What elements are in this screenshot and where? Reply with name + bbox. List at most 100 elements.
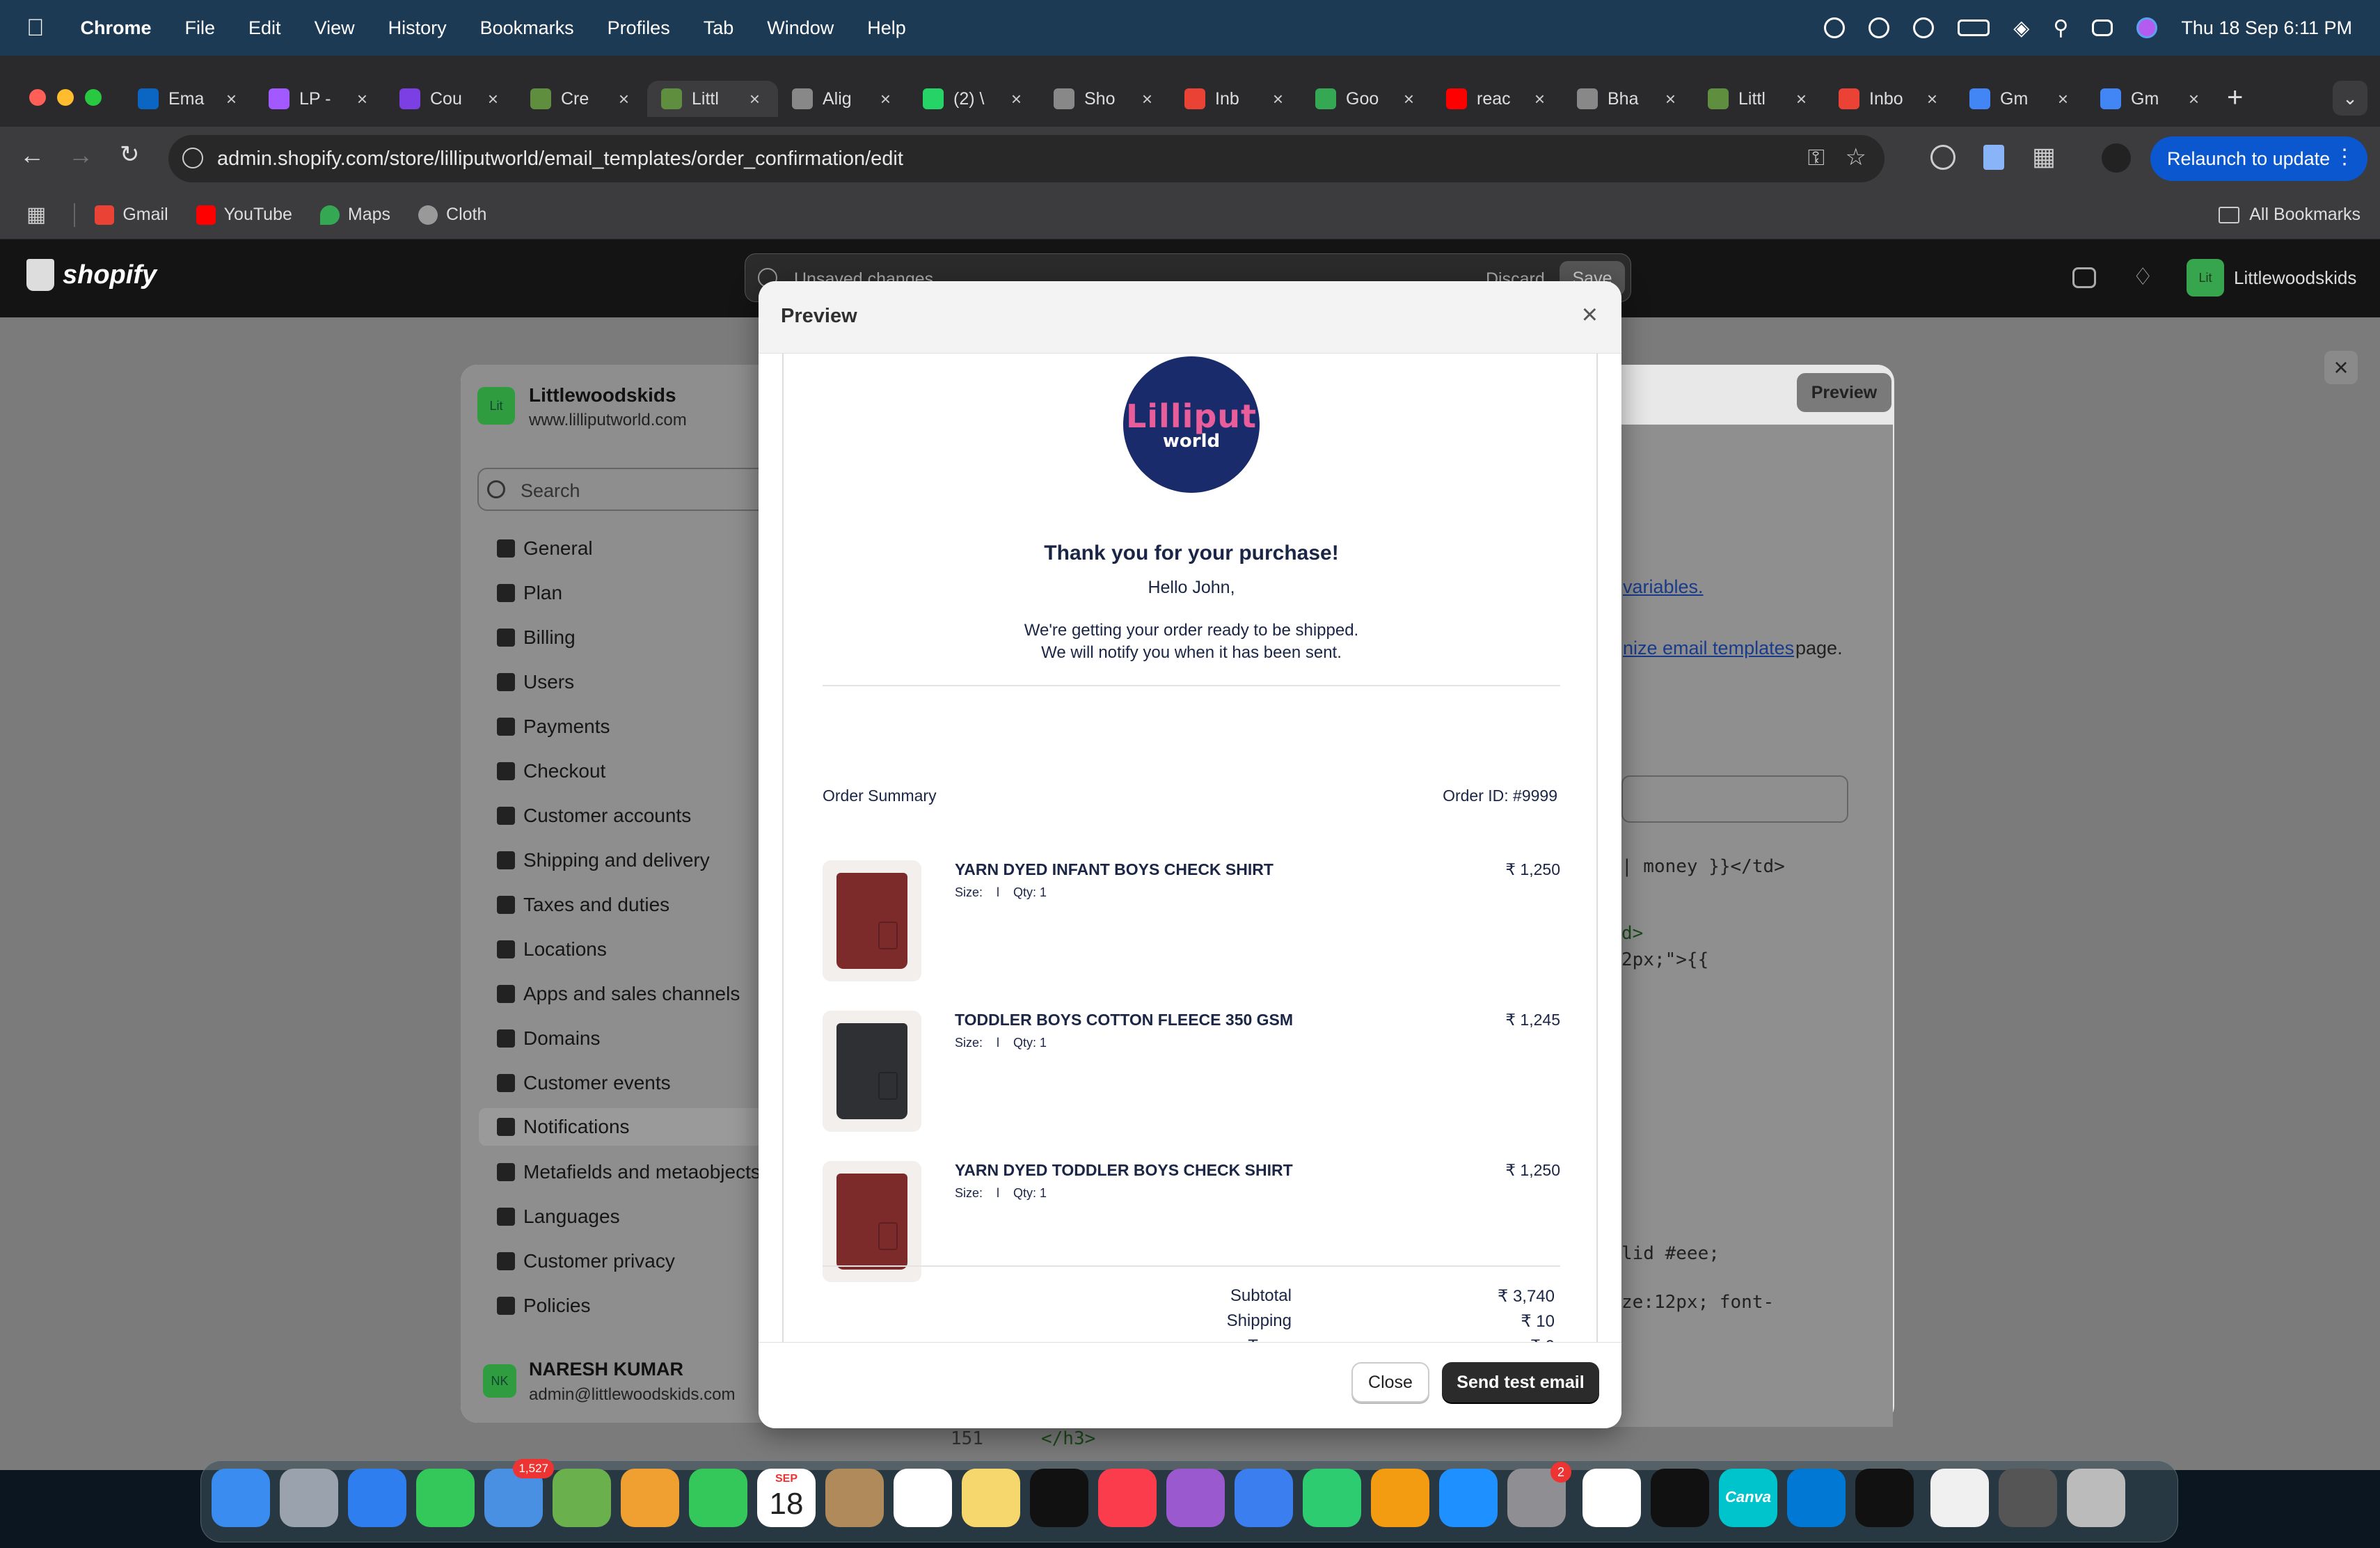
dock-app-canva-icon[interactable]: Canva [1719, 1469, 1777, 1527]
dock-app-reminders-icon[interactable] [894, 1469, 952, 1527]
browser-tab[interactable]: Littl × [1694, 81, 1825, 117]
browser-tab[interactable]: Sho × [1040, 81, 1171, 117]
dock-app-facetime-icon[interactable] [689, 1469, 747, 1527]
sidebar-item-general[interactable]: General [497, 537, 593, 560]
menu-help[interactable]: Help [867, 17, 906, 39]
sidebar-item-plan[interactable]: Plan [497, 582, 562, 604]
sidebar-item-domains[interactable]: Domains [497, 1027, 600, 1050]
menu-tab[interactable]: Tab [704, 17, 734, 39]
dock-app-maps-icon[interactable] [553, 1469, 611, 1527]
relaunch-button[interactable]: Relaunch to update ⋮ [2150, 136, 2367, 181]
wifi-icon[interactable]: ◈ [2013, 16, 2029, 40]
bookmark-cloth[interactable]: Cloth [418, 205, 486, 225]
password-key-icon[interactable]: ⚿ [1808, 145, 1825, 171]
close-tab-icon[interactable]: × [2058, 88, 2068, 110]
new-tab-icon[interactable]: + [2227, 82, 2243, 113]
sidebar-item-customer-privacy[interactable]: Customer privacy [497, 1250, 675, 1272]
dock-app-launchpad-icon[interactable] [280, 1469, 338, 1527]
close-button[interactable]: Close [1351, 1362, 1429, 1403]
sidebar-item-customer-events[interactable]: Customer events [497, 1072, 671, 1094]
sidebar-item-users[interactable]: Users [497, 671, 574, 693]
sidekick-icon[interactable] [2072, 267, 2096, 288]
close-tab-icon[interactable]: × [749, 88, 760, 110]
close-settings-icon[interactable]: × [2324, 351, 2358, 384]
profile-avatar[interactable] [2102, 143, 2131, 173]
bookmark-gmail[interactable]: Gmail [95, 205, 168, 225]
sidebar-item-apps-and-sales-channels[interactable]: Apps and sales channels [497, 983, 740, 1005]
clock[interactable]: Thu 18 Sep 6:11 PM [2181, 17, 2352, 39]
subject-field[interactable] [1621, 775, 1848, 823]
close-tab-icon[interactable]: × [2189, 88, 2199, 110]
dock-app-calendar-icon[interactable]: SEP 18 [757, 1469, 816, 1527]
menu-file[interactable]: File [185, 17, 216, 39]
site-info-icon[interactable] [182, 148, 203, 168]
dock-app-photos-icon[interactable] [621, 1469, 679, 1527]
browser-tab[interactable]: Gm × [2086, 81, 2217, 117]
close-icon[interactable]: × [1582, 299, 1598, 331]
dock-app-trash-icon[interactable] [2067, 1469, 2125, 1527]
play-icon[interactable] [1913, 17, 1935, 38]
battery-icon[interactable] [1958, 19, 1990, 36]
tab-search-icon[interactable]: ⌄ [2333, 81, 2367, 116]
close-tab-icon[interactable]: × [226, 88, 237, 110]
close-tab-icon[interactable]: × [619, 88, 629, 110]
browser-tab[interactable]: Bha × [1563, 81, 1694, 117]
browser-tab[interactable]: Goo × [1301, 81, 1432, 117]
menu-profiles[interactable]: Profiles [608, 17, 670, 39]
sidebar-item-policies[interactable]: Policies [497, 1295, 590, 1317]
browser-tab[interactable]: Inb × [1171, 81, 1301, 117]
dock-app-system-settings-icon[interactable]: 2 [1507, 1462, 1571, 1527]
dock-app-preview-icon[interactable] [1930, 1469, 1989, 1527]
close-tab-icon[interactable]: × [1534, 88, 1545, 110]
vpn-icon[interactable] [1824, 17, 1846, 38]
bell-icon[interactable]: ♢ [2132, 263, 2153, 291]
liquid-variables-link[interactable]: variables. [1623, 576, 1704, 598]
email-preview[interactable]: Lilliput world Thank you for your purcha… [782, 354, 1598, 1342]
browser-tab[interactable]: LP - × [255, 81, 386, 117]
code-editor[interactable]: | money }}</td> d> 2px;">{{ lid #eee; ze… [1621, 856, 1848, 1427]
bookmark-star-icon[interactable]: ☆ [1846, 143, 1866, 171]
sidebar-item-customer-accounts[interactable]: Customer accounts [497, 805, 691, 827]
shopify-logo[interactable]: shopify [26, 259, 157, 291]
extension-icon-2[interactable] [1983, 145, 2004, 170]
dock-app-terminal-icon[interactable] [1651, 1469, 1709, 1527]
browser-tab[interactable]: Littl × [647, 81, 778, 117]
apple-icon[interactable]:  [26, 15, 45, 42]
minimize-window-button[interactable] [57, 89, 74, 106]
dock-app-finder-icon[interactable] [212, 1469, 270, 1527]
browser-tab[interactable]: Ema × [124, 81, 255, 117]
back-icon[interactable]: ← [19, 141, 45, 170]
sidebar-item-payments[interactable]: Payments [497, 716, 610, 738]
browser-tab[interactable]: (2) \ × [909, 81, 1040, 117]
dock-app-vs-code-icon[interactable] [1787, 1469, 1846, 1527]
close-window-button[interactable] [29, 89, 46, 106]
bookmark-youtube[interactable]: YouTube [196, 205, 292, 225]
browser-tab[interactable]: reac × [1432, 81, 1563, 117]
menu-history[interactable]: History [388, 17, 447, 39]
sidebar-item-billing[interactable]: Billing [497, 626, 576, 649]
close-tab-icon[interactable]: × [1273, 88, 1283, 110]
control-center-icon[interactable] [2092, 19, 2113, 36]
sidebar-item-shipping-and-delivery[interactable]: Shipping and delivery [497, 849, 710, 871]
close-tab-icon[interactable]: × [1142, 88, 1152, 110]
sidebar-item-languages[interactable]: Languages [497, 1206, 620, 1228]
store-switcher[interactable]: Lit Littlewoodskids [2187, 259, 2356, 297]
dock-app-tv-icon[interactable] [1030, 1469, 1088, 1527]
browser-tab[interactable]: Gm × [1955, 81, 2086, 117]
dock-app-contacts-icon[interactable] [825, 1469, 884, 1527]
dock-app-notes-icon[interactable] [962, 1469, 1020, 1527]
dock-app-chatgpt-icon[interactable] [1855, 1469, 1914, 1527]
browser-tab[interactable]: Inbo × [1825, 81, 1955, 117]
close-tab-icon[interactable]: × [1404, 88, 1414, 110]
menu-bookmarks[interactable]: Bookmarks [480, 17, 574, 39]
send-test-email-button[interactable]: Send test email [1442, 1362, 1599, 1403]
extension-icon-1[interactable] [1930, 145, 1955, 170]
dock-app-mail-icon[interactable]: 1,527 [484, 1459, 554, 1527]
bookmark-maps[interactable]: Maps [319, 205, 390, 225]
browser-tab[interactable]: Cre × [516, 81, 647, 117]
cloud-icon[interactable] [1869, 17, 1890, 38]
reload-icon[interactable]: ↻ [120, 141, 140, 168]
dock-app-safari-icon[interactable] [348, 1469, 406, 1527]
dock-app-chrome-icon[interactable] [1582, 1469, 1641, 1527]
sidebar-item-taxes-and-duties[interactable]: Taxes and duties [497, 894, 669, 916]
